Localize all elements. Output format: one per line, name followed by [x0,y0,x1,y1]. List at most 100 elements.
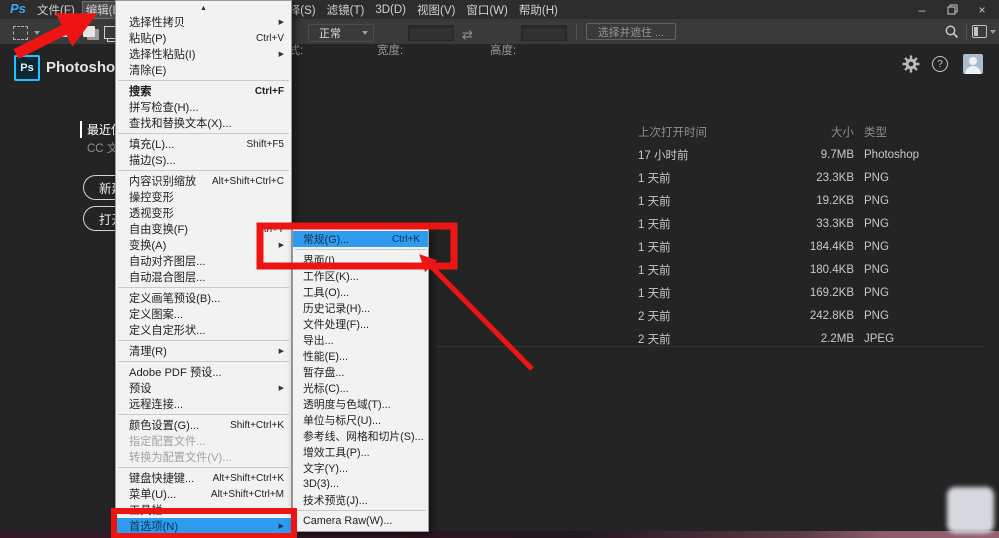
table-row[interactable]: 1 天前23.3KBPNG [638,166,896,189]
workspace-switcher-icon[interactable] [972,25,987,38]
menu-item-shortcut: Ctrl+V [256,33,284,44]
select-and-mask-button[interactable]: 选择并遮住 ... [586,23,676,40]
divider [436,346,984,347]
cell-time: 1 天前 [638,216,796,232]
menu-item[interactable]: 工作区(K)... [293,268,428,284]
menu-separator [118,133,289,134]
menubar-item[interactable]: 滤镜(T) [323,1,369,19]
menu-item[interactable]: 填充(L)...Shift+F5 [116,136,291,152]
submenu-arrow-icon: ▶ [279,241,284,249]
menu-item[interactable]: 选择性粘贴(I)▶ [116,46,291,62]
menu-item[interactable]: 定义自定形状... [116,322,291,338]
user-avatar[interactable] [963,54,983,74]
table-row[interactable]: 1 天前33.3KBPNG [638,212,896,235]
column-last-opened[interactable]: 上次打开时间 [638,124,796,140]
divider [576,24,577,40]
table-row[interactable]: 1 天前19.2KBPNG [638,189,896,212]
tool-preset-caret-icon[interactable] [34,31,40,35]
cell-type: PNG [864,287,896,299]
menu-item[interactable]: 拼写检查(H)... [116,99,291,115]
menu-item[interactable]: 定义图案... [116,306,291,322]
menu-item[interactable]: 操控变形 [116,189,291,205]
menu-item[interactable]: 暂存盘... [293,364,428,380]
style-dropdown[interactable]: 正常 [308,24,374,42]
minimize-button[interactable]: – [907,0,937,19]
edit-menu-dropdown: ▲选择性拷贝▶粘贴(P)Ctrl+V选择性粘贴(I)▶清除(E) 搜索Ctrl+F… [115,0,292,534]
menu-item[interactable]: 变换(A)▶ [116,237,291,253]
menu-item[interactable]: 搜索Ctrl+F [116,83,291,99]
menu-item[interactable]: 性能(E)... [293,348,428,364]
menu-item[interactable]: 定义画笔预设(B)... [116,290,291,306]
menubar-item[interactable]: 视图(V) [413,1,459,19]
settings-gear-icon[interactable] [901,54,921,74]
table-row[interactable]: 17 小时前9.7MBPhotoshop [638,143,896,166]
submenu-arrow-icon: ▶ [279,18,284,26]
table-row[interactable]: 1 天前180.4KBPNG [638,258,896,281]
menu-item[interactable]: 远程连接... [116,396,291,412]
menu-scroll-up-icon[interactable]: ▲ [116,2,291,14]
menu-item[interactable]: 参考线、网格和切片(S)... [293,428,428,444]
menu-item[interactable]: Camera Raw(W)... [293,513,428,529]
menu-item[interactable]: 界面(I)... [293,252,428,268]
menu-item[interactable]: 导出... [293,332,428,348]
menu-bar: 文件(F)编辑(E)图像(I)图层(L)文字(Y)选择(S)滤镜(T)3D(D)… [33,0,565,19]
menu-separator [118,340,289,341]
menu-item-label: 单位与标尺(U)... [303,412,420,428]
cell-size: 242.8KB [806,310,854,322]
menu-item-label: 常规(G)... [303,231,386,247]
menu-item-label: 远程连接... [129,396,284,412]
menu-item[interactable]: 菜单(U)...Alt+Shift+Ctrl+M [116,486,291,502]
menu-item[interactable]: 历史记录(H)... [293,300,428,316]
marquee-tool-icon[interactable] [13,26,28,40]
menu-item[interactable]: 自动对齐图层... [116,253,291,269]
column-type[interactable]: 类型 [864,124,896,140]
menubar-item[interactable]: 文件(F) [33,1,79,19]
menu-item[interactable]: 清除(E) [116,62,291,78]
search-icon[interactable] [944,24,960,40]
menu-item[interactable]: 首选项(N)▶ [116,518,291,534]
menu-item[interactable]: 键盘快捷键...Alt+Shift+Ctrl+K [116,470,291,486]
menubar-item[interactable]: 窗口(W) [462,1,512,19]
menu-item[interactable]: 光标(C)... [293,380,428,396]
menu-item[interactable]: 3D(3)... [293,476,428,492]
menu-item[interactable]: 自由变换(F)Ctrl+T [116,221,291,237]
close-button[interactable]: × [967,0,997,19]
help-icon[interactable]: ? [932,56,948,72]
submenu-arrow-icon: ▶ [279,50,284,58]
menubar-item[interactable]: 帮助(H) [515,1,562,19]
chevron-down-icon[interactable] [990,30,996,34]
menu-item[interactable]: 工具(O)... [293,284,428,300]
swap-width-height-icon[interactable]: ⇄ [462,28,473,41]
menu-item[interactable]: 工具栏... [116,502,291,518]
menu-item[interactable]: 选择性拷贝▶ [116,14,291,30]
table-row[interactable]: 1 天前169.2KBPNG [638,281,896,304]
width-input[interactable] [408,25,454,41]
menu-item[interactable]: 内容识别缩放Alt+Shift+Ctrl+C [116,173,291,189]
menu-item[interactable]: 单位与标尺(U)... [293,412,428,428]
menu-item[interactable]: 透视变形 [116,205,291,221]
table-row[interactable]: 2 天前242.8KBPNG [638,304,896,327]
menu-item[interactable]: 颜色设置(G)...Shift+Ctrl+K [116,417,291,433]
add-to-selection-icon[interactable] [83,26,95,37]
restore-button[interactable] [937,0,967,19]
column-size[interactable]: 大小 [806,124,854,140]
menu-item[interactable]: 常规(G)...Ctrl+K [293,231,428,247]
menu-item[interactable]: 查找和替换文本(X)... [116,115,291,131]
height-input[interactable] [521,25,567,41]
new-selection-icon[interactable] [62,26,74,37]
menu-item[interactable]: 文字(Y)... [293,460,428,476]
menu-item[interactable]: 自动混合图层... [116,269,291,285]
menu-separator [118,467,289,468]
menu-item[interactable]: 文件处理(F)... [293,316,428,332]
menu-item[interactable]: 清理(R)▶ [116,343,291,359]
cell-type: PNG [864,218,896,230]
menu-item[interactable]: 技术预览(J)... [293,492,428,508]
menu-item[interactable]: 描边(S)... [116,152,291,168]
menu-item[interactable]: 粘贴(P)Ctrl+V [116,30,291,46]
menu-item[interactable]: 预设▶ [116,380,291,396]
menu-item[interactable]: Adobe PDF 预设... [116,364,291,380]
menu-item[interactable]: 透明度与色域(T)... [293,396,428,412]
table-row[interactable]: 1 天前184.4KBPNG [638,235,896,258]
menubar-item[interactable]: 3D(D) [371,3,410,17]
menu-item[interactable]: 增效工具(P)... [293,444,428,460]
